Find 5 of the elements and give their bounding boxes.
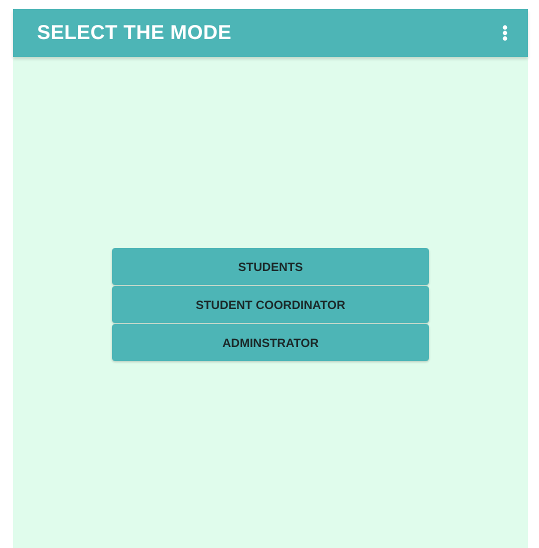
mode-button[interactable]: ADMINSTRATOR bbox=[112, 324, 429, 361]
mode-button[interactable]: STUDENTS bbox=[112, 248, 429, 285]
more-icon[interactable] bbox=[502, 25, 508, 41]
mode-button[interactable]: STUDENT COORDINATOR bbox=[112, 286, 429, 323]
app-title: SELECT THE MODE bbox=[37, 22, 232, 44]
